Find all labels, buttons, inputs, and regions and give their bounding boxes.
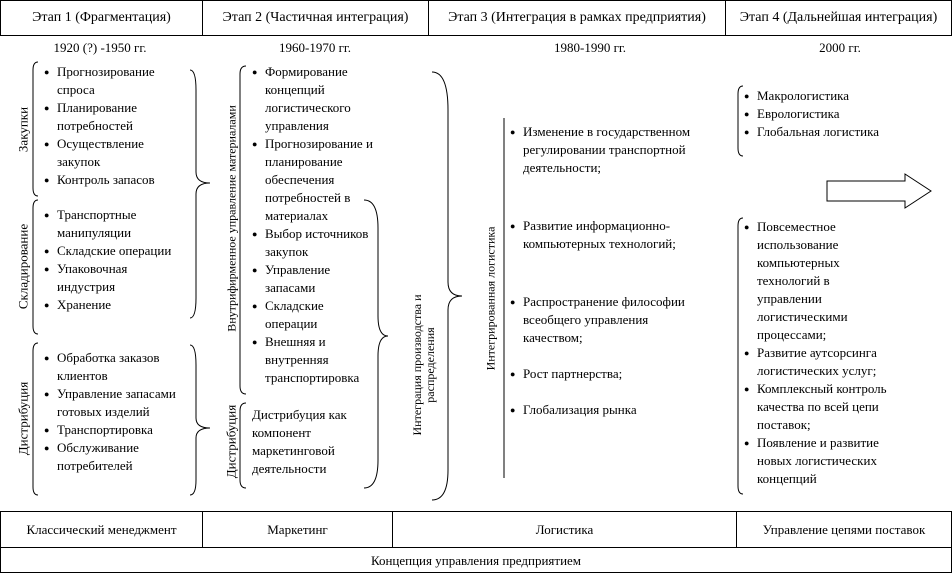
- list-item: Управление запасами: [252, 261, 374, 297]
- stage-4-top-list: Макрологистика Еврологистика Глобальная …: [744, 87, 884, 141]
- list-item: Развитие информационно-компьютерных техн…: [510, 217, 700, 253]
- stage-2-distribution: Дистрибуция как компонент маркетинговой …: [252, 406, 374, 478]
- list-item: Складские операции: [44, 242, 184, 260]
- list-item: Хранение: [44, 296, 184, 314]
- list-item: Прогнозирование и планирование обеспечен…: [252, 135, 374, 225]
- stage-3-list: Изменение в государственном регулировани…: [510, 123, 700, 419]
- list-item: Складские операции: [252, 297, 374, 333]
- label-integration: Интеграция производства и распределения: [410, 294, 437, 436]
- footer-classic-management: Классический менеджмент: [0, 511, 203, 548]
- label-integrated-logistics: Интегрированная логистика: [483, 226, 498, 371]
- list-item: Глобальная логистика: [744, 123, 884, 141]
- label-distribution-1: Дистрибуция: [15, 381, 31, 456]
- list-item: Еврологистика: [744, 105, 884, 123]
- list-item: Прогнозирование спроса: [44, 63, 184, 99]
- footer-supply-chain: Управление цепями поставок: [736, 511, 952, 548]
- stage-4-bottom-list: Повсеместное использование компьютерных …: [744, 218, 888, 488]
- footer-enterprise-concept: Концепция управления предприятием: [0, 547, 952, 573]
- list-item: Транспортные манипуляции: [44, 206, 184, 242]
- list-item: Управление запасами готовых изделий: [44, 385, 188, 421]
- list-item: Комплексный контроль качества по всей це…: [744, 380, 888, 434]
- footer-logistics: Логистика: [392, 511, 737, 548]
- skladirovanie-list: Транспортные манипуляции Складские опера…: [44, 206, 184, 314]
- list-item: Повсеместное использование компьютерных …: [744, 218, 888, 344]
- label-zakupki: Закупки: [15, 106, 31, 153]
- list-item: Упаковочная индустрия: [44, 260, 184, 296]
- list-item: Контроль запасов: [44, 171, 184, 189]
- label-materials-management: Внутрифирменное управление материалами: [224, 105, 239, 332]
- label-skladirovanie: Складирование: [15, 223, 31, 310]
- list-item: Выбор источников закупок: [252, 225, 374, 261]
- stage-2-list: Формирование концепций логистического уп…: [252, 63, 374, 387]
- list-item: Изменение в государственном регулировани…: [510, 123, 700, 177]
- zakupki-list: Прогнозирование спроса Планирование потр…: [44, 63, 184, 189]
- list-item: Распространение философии всеобщего упра…: [510, 293, 700, 347]
- distribution-list: Обработка заказов клиентов Управление за…: [44, 349, 188, 475]
- list-item: Макрологистика: [744, 87, 884, 105]
- label-distribution-2: Дистрибуция: [223, 404, 239, 479]
- list-item: Развитие аутсорсинга логистических услуг…: [744, 344, 888, 380]
- list-item: Дистрибуция как компонент маркетинговой …: [252, 407, 347, 476]
- list-item: Глобализация рынка: [510, 401, 700, 419]
- list-item: Внешняя и внутренняя транспортировка: [252, 333, 374, 387]
- list-item: Формирование концепций логистического уп…: [252, 63, 374, 135]
- list-item: Транспортировка: [44, 421, 188, 439]
- list-item: Появление и развитие новых логистических…: [744, 434, 888, 488]
- list-item: Осуществление закупок: [44, 135, 184, 171]
- footer-marketing: Маркетинг: [202, 511, 393, 548]
- list-item: Обработка заказов клиентов: [44, 349, 188, 385]
- list-item: Обслуживание потребителей: [44, 439, 188, 475]
- list-item: Рост партнерства;: [510, 365, 700, 383]
- list-item: Планирование потребностей: [44, 99, 184, 135]
